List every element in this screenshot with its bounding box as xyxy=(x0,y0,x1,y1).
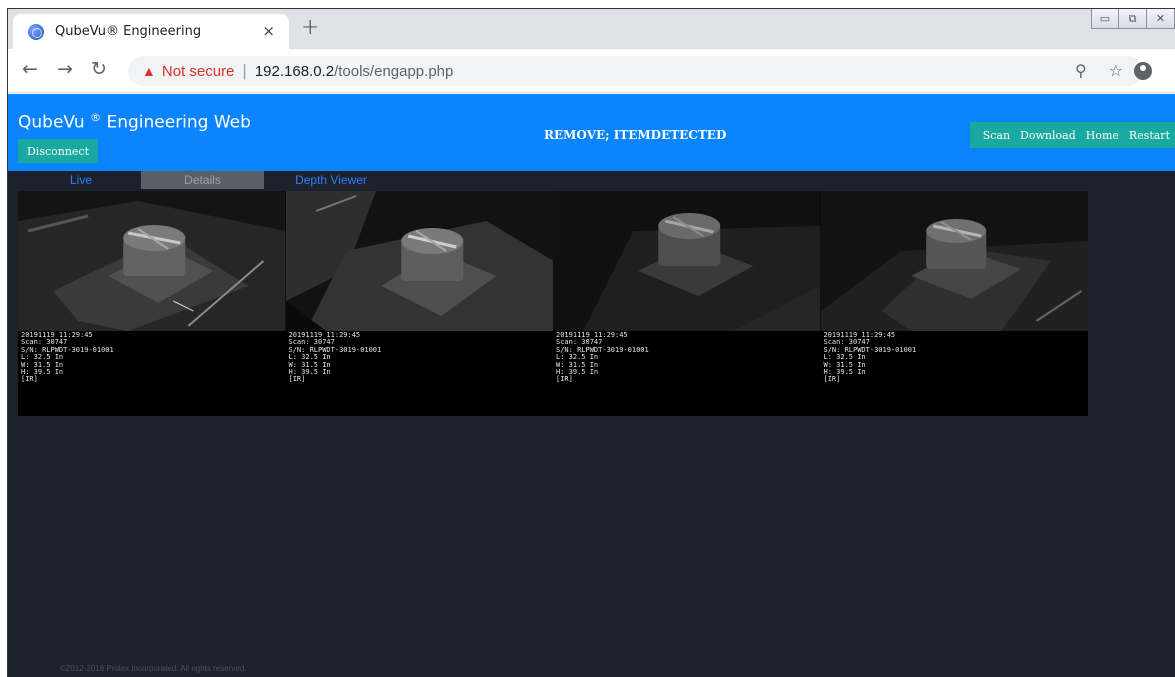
forward-arrow-icon[interactable]: → xyxy=(57,58,73,80)
scan-mode: [IR] xyxy=(823,375,841,384)
tab-live[interactable]: Live xyxy=(66,171,96,189)
address-bar[interactable]: ▲ Not secure | 192.168.0.2/tools/engapp.… xyxy=(128,56,1143,86)
camera-image xyxy=(820,191,1088,331)
home-button[interactable]: Home xyxy=(1081,129,1124,142)
scan-mode: [IR] xyxy=(21,375,38,384)
status-text: REMOVE; ITEMDETECTED xyxy=(544,128,727,142)
scan-mode: [IR] xyxy=(288,375,306,384)
omnibox-actions: ⚲ ☆ xyxy=(1075,61,1123,80)
app-title: QubeVu ® Engineering Web xyxy=(18,111,251,133)
tab-strip: QubeVu® Engineering × + ▭ ⧉ ✕ xyxy=(8,9,1175,49)
footer-copyright: ©2012-2018 Prolex Incorporated. All righ… xyxy=(60,664,247,673)
star-icon[interactable]: ☆ xyxy=(1109,61,1123,80)
url-text[interactable]: 192.168.0.2/tools/engapp.php xyxy=(255,63,454,80)
globe-favicon-icon xyxy=(28,23,44,40)
close-window-icon[interactable]: ✕ xyxy=(1147,9,1175,29)
new-tab-button[interactable]: + xyxy=(301,15,319,40)
disconnect-button[interactable]: Disconnect xyxy=(18,139,98,163)
maximize-icon[interactable]: ⧉ xyxy=(1119,9,1147,29)
scan-details-overlay: 20191119 11:29:45 Scan: 30747 S/N: RLPWDT-… xyxy=(288,331,382,384)
tab-close-icon[interactable]: × xyxy=(262,22,275,40)
scan-mode: [IR] xyxy=(556,375,573,384)
zoom-icon[interactable]: ⚲ xyxy=(1075,61,1087,80)
profile-icon[interactable] xyxy=(1134,62,1152,80)
scan-details-overlay: 20191119 11:29:45 Scan: 30747 S/N: RLPWDT-… xyxy=(556,331,649,384)
tab-details[interactable]: Details xyxy=(141,171,264,189)
url-host: 192.168.0.2 xyxy=(254,62,335,80)
scan-details-overlay: 20191119 11:29:45 Scan: 30747 S/N: RLPWDT-… xyxy=(823,331,917,384)
camera-image xyxy=(553,191,821,331)
scan-details-overlay: 20191119 11:29:45 Scan: 30747 S/N: RLPWDT-… xyxy=(21,331,114,384)
view-tabs: Live Details Depth Viewer xyxy=(8,171,1175,191)
scan-image[interactable]: 20191119 11:29:45 Scan: 30747 S/N: RLPWDT-… xyxy=(820,191,1088,416)
back-arrow-icon[interactable]: ← xyxy=(22,58,38,80)
brand-suffix: Engineering Web xyxy=(101,112,251,133)
url-path: /tools/engapp.php xyxy=(334,62,454,80)
download-button[interactable]: Download xyxy=(1015,129,1081,142)
window-controls: ▭ ⧉ ✕ xyxy=(1091,9,1175,33)
not-secure-label[interactable]: Not secure xyxy=(162,63,235,80)
scan-button[interactable]: Scan xyxy=(978,129,1015,142)
tab-title: QubeVu® Engineering xyxy=(55,24,202,39)
minimize-icon[interactable]: ▭ xyxy=(1091,9,1119,29)
browser-tab[interactable]: QubeVu® Engineering × xyxy=(13,14,289,49)
scan-image-strip: 20191119 11:29:45 Scan: 30747 S/N: RLPWDT-… xyxy=(18,191,1088,416)
page-content: QubeVu ® Engineering Web Disconnect REMO… xyxy=(8,94,1175,677)
warning-icon: ▲ xyxy=(142,63,156,79)
brand-name: QubeVu xyxy=(18,112,85,133)
reload-icon[interactable]: ↻ xyxy=(91,58,107,80)
address-separator: | xyxy=(242,61,247,80)
restart-button[interactable]: Restart xyxy=(1124,129,1175,142)
browser-window: QubeVu® Engineering × + ▭ ⧉ ✕ ← → ↻ ▲ No… xyxy=(7,8,1175,677)
menu-dots-icon[interactable]: ⋮ xyxy=(1168,58,1175,79)
scan-image[interactable]: 20191119 11:29:45 Scan: 30747 S/N: RLPWDT-… xyxy=(285,191,553,416)
camera-image xyxy=(285,191,553,331)
header-button-group: Scan Download Home Restart xyxy=(969,122,1175,148)
app-header: QubeVu ® Engineering Web Disconnect REMO… xyxy=(8,94,1175,171)
scan-image[interactable]: 20191119 11:29:45 Scan: 30747 S/N: RLPWDT-… xyxy=(553,191,821,416)
brand-mark: ® xyxy=(90,111,102,124)
scan-image[interactable]: 20191119 11:29:45 Scan: 30747 S/N: RLPWDT-… xyxy=(18,191,286,416)
tab-depth-viewer[interactable]: Depth Viewer xyxy=(286,171,376,189)
camera-image xyxy=(18,191,286,331)
address-toolbar: ← → ↻ ▲ Not secure | 192.168.0.2/tools/e… xyxy=(8,49,1175,93)
